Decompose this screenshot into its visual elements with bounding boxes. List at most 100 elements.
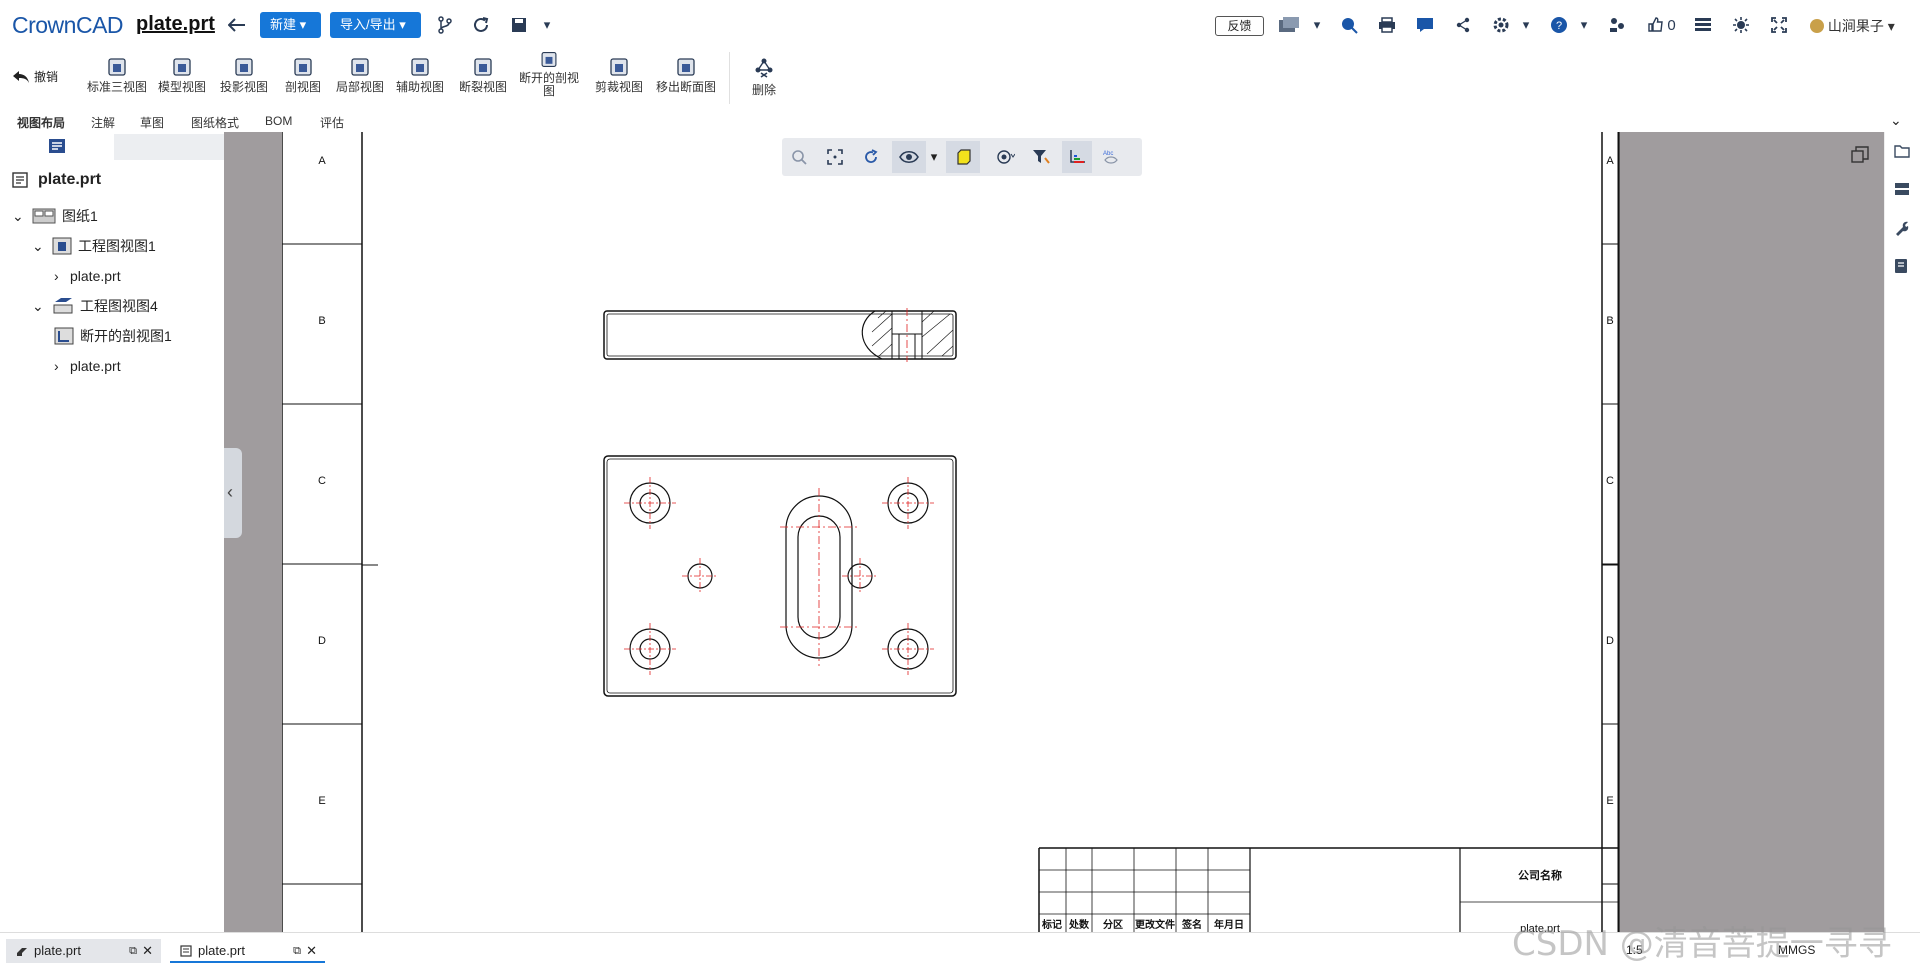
visibility-icon[interactable] [892,141,926,173]
document-title[interactable]: plate.prt [136,13,215,36]
display-icon[interactable] [1278,14,1300,36]
chevron-down-icon[interactable]: ▾ [928,146,940,168]
rotate-icon[interactable] [860,146,882,168]
counterbore-hole[interactable] [624,623,676,675]
fit-view-icon[interactable] [824,146,846,168]
detail-view-button[interactable]: 局部视图 [334,56,386,104]
delete-button[interactable]: 删除 [744,56,784,104]
svg-text:?: ? [1556,20,1562,32]
sun-icon[interactable] [1730,14,1752,36]
tree-item-view4-part[interactable]: › plate.prt [54,355,121,377]
svg-text:Abc: Abc [1103,151,1113,157]
drawing-canvas[interactable]: ABCDE ABCDE 标记 处数 分区 更改文件 签名 年月日 公司名称 pl… [224,132,1884,932]
chevron-down-icon: ⌄ [12,207,24,224]
document-tab-active[interactable]: plate.prt ⧉ ✕ [170,939,325,963]
chevron-down-icon[interactable]: ▾ [536,14,558,36]
view-toolbar: ▾ Abc [782,138,1142,176]
expand-icon[interactable] [1768,14,1790,36]
section-view-display-icon[interactable] [988,146,1022,168]
zone-label-left-b: B [318,315,325,327]
folder-icon[interactable] [1894,144,1912,162]
tree-icon[interactable] [48,138,66,154]
branch-icon[interactable] [434,14,456,36]
tree-item-sheet[interactable]: ⌄ 图纸1 [12,205,98,227]
chevron-down-icon: ⌄ [32,297,44,314]
back-arrow-icon[interactable] [226,14,248,36]
through-hole[interactable] [682,558,718,594]
community-icon[interactable] [1606,14,1628,36]
tab-view-layout[interactable]: 视图布局 [17,114,65,131]
book-icon[interactable] [1894,258,1912,276]
tab-evaluate[interactable]: 评估 [320,114,344,131]
drawing-icon [12,172,28,188]
tab-annotation[interactable]: 注解 [91,114,115,131]
user-menu[interactable]: 山涧果子 ▾ [1810,16,1895,36]
title-block-header: 处数 [1068,918,1090,931]
counterbore-hole[interactable] [882,477,934,529]
chevron-down-icon[interactable]: ⌄ [1890,112,1902,129]
filter-icon[interactable] [1030,146,1052,168]
removed-section-button[interactable]: 移出断面图 [654,56,718,104]
feedback-button[interactable]: 反馈 [1215,16,1264,36]
auxiliary-view-button[interactable]: 辅助视图 [394,56,446,104]
chevron-down-icon[interactable]: ▾ [1306,14,1328,36]
search-icon[interactable] [1338,14,1360,36]
import-export-button[interactable]: 导入/导出 ▾ [330,12,421,38]
axis-display-icon[interactable] [1062,141,1092,173]
undo-icon [13,70,29,83]
like-button[interactable]: 0 [1642,14,1682,36]
through-hole[interactable] [842,558,878,594]
zone-label-right-d: D [1606,635,1614,647]
tab-bom[interactable]: BOM [265,114,292,128]
save-icon[interactable] [508,14,530,36]
detach-tab-icon[interactable]: ⧉ [129,939,137,963]
front-view[interactable] [603,455,957,697]
tree-item-view4[interactable]: ⌄ 工程图视图4 [32,295,158,317]
model-view-button[interactable]: 模型视图 [156,56,208,104]
detach-tab-icon[interactable]: ⧉ [293,939,301,963]
print-icon[interactable] [1376,14,1398,36]
share-icon[interactable] [1452,14,1474,36]
ribbon-toolbar: 撤销 标准三视图 模型视图 投影视图 剖视图 局部视图 辅助视图 断裂视图 断开的剖视图 剪裁视… [0,48,1920,110]
break-view-button[interactable]: 断裂视图 [457,56,509,104]
title-block-header: 年月日 [1214,918,1244,931]
restore-window-icon[interactable] [1851,146,1869,164]
counterbore-hole[interactable] [882,623,934,675]
close-tab-icon[interactable]: ✕ [306,939,317,963]
layers-icon[interactable] [1894,182,1912,200]
zone-label-left-c: C [318,475,326,487]
tab-sheet-format[interactable]: 图纸格式 [191,114,239,131]
zoom-icon[interactable] [788,146,810,168]
close-tab-icon[interactable]: ✕ [142,939,153,963]
help-icon[interactable]: ? [1548,14,1570,36]
comment-icon[interactable] [1414,14,1436,36]
tab-sketch[interactable]: 草图 [140,114,164,131]
annotation-visibility-icon[interactable]: Abc [1100,146,1122,168]
new-button[interactable]: 新建 ▾ [260,12,321,38]
side-view[interactable] [603,308,957,362]
section-view-icon [294,58,312,76]
shaded-display-icon[interactable] [946,141,980,173]
crop-view-button[interactable]: 剪裁视图 [593,56,645,104]
zone-label-right-e: E [1606,795,1613,807]
collapse-panel-handle[interactable]: ‹ [224,448,242,538]
broken-out-section-button[interactable]: 断开的剖视图 [517,50,581,98]
standard-three-views-button[interactable]: 标准三视图 [84,56,150,104]
tree-item-broken-section[interactable]: 断开的剖视图1 [54,325,172,347]
section-view-button[interactable]: 剖视图 [281,56,325,104]
chevron-down-icon[interactable]: ▾ [1573,14,1595,36]
tree-root[interactable]: plate.prt [12,169,101,191]
list-icon[interactable] [1692,14,1714,36]
wrench-icon[interactable] [1894,220,1912,238]
refresh-icon[interactable] [470,14,492,36]
chevron-right-icon: › [54,268,59,284]
undo-button[interactable]: 撤销 [12,68,58,85]
settings-icon[interactable] [1490,14,1512,36]
projected-view-button[interactable]: 投影视图 [218,56,270,104]
tree-item-view1[interactable]: ⌄ 工程图视图1 [32,235,156,257]
chevron-down-icon[interactable]: ▾ [1515,14,1537,36]
title-block-company: 公司名称 [1518,868,1562,882]
counterbore-hole[interactable] [624,477,676,529]
document-tab[interactable]: plate.prt ⧉ ✕ [6,939,161,963]
tree-item-view1-part[interactable]: › plate.prt [54,265,121,287]
